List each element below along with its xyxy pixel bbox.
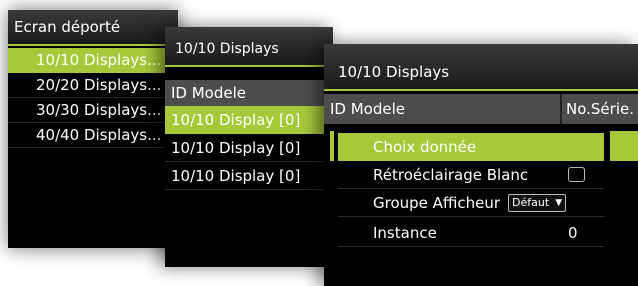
menu-item-label: Groupe Afficheur [373,194,501,212]
selected-row-marker [610,131,638,161]
list-item-10-10-displays[interactable]: 10/10 Displays... [8,48,178,73]
chevron-down-icon: ▼ [555,198,563,208]
display-options-panel: 10/10 Displays ID Modele No.Série. Choix… [324,44,638,286]
remote-display-panel: Ecran déporté 10/10 Displays... 20/20 Di… [8,10,178,248]
display-group-dropdown[interactable]: Défaut ▼ [508,194,567,212]
menu-item-groupe-afficheur[interactable]: Groupe Afficheur Défaut ▼ [338,189,604,217]
list-item-40-40-displays[interactable]: 40/40 Displays... [8,123,178,148]
table-header: ID Modele No.Série. [324,94,638,124]
list-item-display-1[interactable]: 10/10 Display [0] [165,106,333,134]
panel-title: 10/10 Displays [165,27,333,67]
column-header-serial: No.Série. [560,94,634,124]
displays-list-panel: 10/10 Displays ID Modele 10/10 Display [… [165,27,333,267]
selected-row-marker [330,131,334,161]
menu-item-choix-donnee[interactable]: Choix donnée [338,133,604,161]
instance-value: 0 [568,224,578,242]
dropdown-value: Défaut [512,196,550,209]
list-item-20-20-displays[interactable]: 20/20 Displays... [8,73,178,98]
list-item-display-3[interactable]: 10/10 Display [0] [165,162,333,190]
menu-item-retroeclairage-blanc[interactable]: Rétroéclairage Blanc [338,161,604,189]
menu-item-label: Rétroéclairage Blanc [373,166,529,184]
white-backlight-checkbox[interactable] [568,167,585,182]
list-item-display-2[interactable]: 10/10 Display [0] [165,134,333,162]
panel-title: Ecran déporté [8,10,178,46]
list-item-30-30-displays[interactable]: 30/30 Displays... [8,98,178,123]
column-header-id-modele: ID Modele [165,80,333,106]
menu-item-label: Choix donnée [373,138,477,156]
menu-item-label: Instance [373,224,437,242]
menu-item-instance[interactable]: Instance 0 [338,219,604,247]
panel-title: 10/10 Displays [324,44,638,91]
column-header-id-modele: ID Modele [330,100,406,118]
